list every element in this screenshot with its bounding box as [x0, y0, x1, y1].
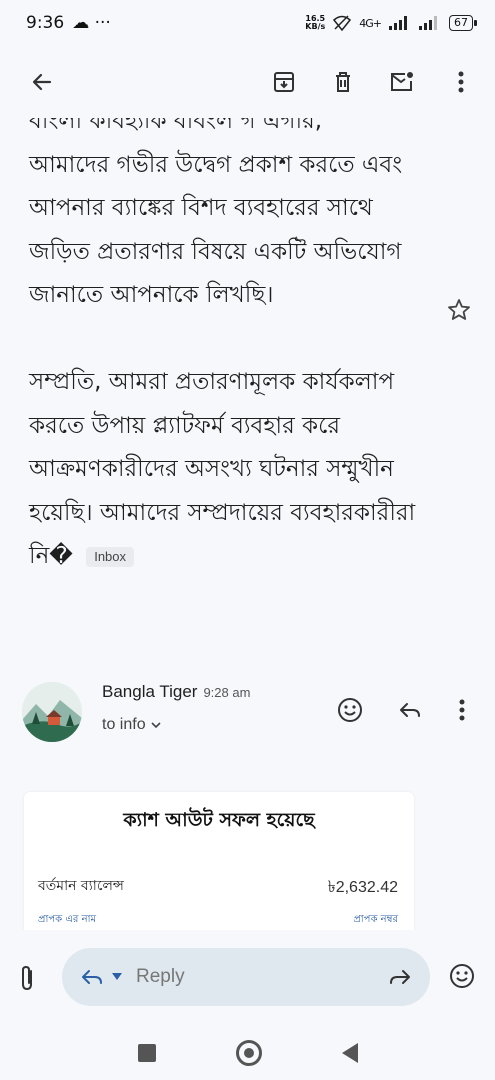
- mark-unread-button[interactable]: [382, 62, 422, 102]
- system-nav-bar: [0, 1026, 495, 1080]
- emoji-icon: [337, 697, 363, 723]
- partial-line: বাংলা কাবহ্যাক বাবংল গ এগার,: [29, 118, 323, 134]
- message-more-button[interactable]: [444, 692, 480, 728]
- avatar[interactable]: [22, 682, 82, 742]
- emoji-icon: [449, 963, 475, 989]
- emoji-button[interactable]: [449, 963, 475, 989]
- back-nav-button[interactable]: [341, 1043, 358, 1063]
- sent-time: 9:28 am: [203, 685, 251, 700]
- home-button[interactable]: [235, 1040, 262, 1066]
- clock: 9:36: [26, 13, 65, 33]
- recipient-number-label: প্রাপক নম্বর: [353, 914, 398, 925]
- react-emoji-button[interactable]: [332, 692, 368, 728]
- network-type: 4G+: [359, 16, 382, 30]
- reply-bar: Reply: [0, 930, 495, 1026]
- recipient-name-label: প্রাপক এর নাম: [38, 914, 97, 925]
- mark-unread-icon: [390, 71, 414, 93]
- wifi-off-icon: [333, 15, 352, 31]
- more-vert-icon: [459, 699, 465, 721]
- transaction-card: ক্যাশ আউট সফল হয়েছে বর্তমান ব্যালেন্স ৳…: [24, 792, 414, 930]
- paperclip-icon: [18, 964, 36, 992]
- balance-value: ৳2,632.42: [327, 879, 398, 896]
- signal-icon: [389, 16, 411, 30]
- email-paragraph-2: সম্প্রতি, আমরা প্রতারণামূলক কার্যকলাপ কর…: [29, 369, 416, 569]
- recents-button[interactable]: [137, 1044, 156, 1062]
- email-paragraph-1: আমাদের গভীর উদ্বেগ প্রকাশ করতে এবং আপনার…: [29, 151, 403, 309]
- archive-icon: [273, 71, 295, 93]
- inbox-label-chip[interactable]: Inbox: [86, 546, 135, 567]
- back-button[interactable]: [22, 62, 62, 102]
- more-options-button[interactable]: [441, 62, 481, 102]
- balance-row: বর্তমান ব্যালেন্স ৳2,632.42: [38, 874, 398, 901]
- forward-button[interactable]: [388, 967, 412, 987]
- star-icon: [447, 298, 471, 322]
- battery-indicator: 67: [449, 15, 477, 31]
- sender-name: Bangla Tiger 9:28 am: [102, 682, 251, 701]
- network-speed: 16.5 KB/s: [305, 14, 326, 31]
- reply-icon: [398, 700, 422, 720]
- reply-placeholder: Reply: [136, 966, 185, 987]
- archive-button[interactable]: [264, 62, 304, 102]
- attach-button[interactable]: [18, 964, 36, 992]
- trash-icon: [332, 71, 354, 93]
- arrow-left-icon: [30, 70, 54, 94]
- notification-icons: ☁ ···: [72, 13, 111, 33]
- delete-button[interactable]: [323, 62, 363, 102]
- reply-button[interactable]: [392, 692, 428, 728]
- status-bar: 9:36 ☁ ··· 16.5 KB/s 4G+ 67: [0, 0, 495, 46]
- reply-icon: [80, 967, 104, 987]
- recipient-row: প্রাপক এর নাম প্রাপক নম্বর: [38, 912, 398, 929]
- card-title: ক্যাশ আউট সফল হয়েছে: [123, 809, 315, 831]
- email-toolbar: [0, 46, 495, 118]
- reply-type-dropdown[interactable]: [112, 973, 122, 981]
- star-button[interactable]: [447, 298, 471, 322]
- signal-icon-2: [419, 16, 441, 30]
- more-vert-icon: [458, 71, 464, 93]
- email-content: বাংলা কাবহ্যাক বাবংল গ এগার, আমাদের গভীর…: [0, 118, 495, 930]
- chevron-down-icon: [150, 716, 162, 733]
- balance-label: বর্তমান ব্যালেন্স: [38, 878, 124, 894]
- sender-header[interactable]: Bangla Tiger 9:28 am to info: [0, 680, 495, 746]
- recipient-details-toggle[interactable]: to info: [102, 716, 162, 734]
- email-body: বাংলা কাবহ্যাক বাবংল গ এগার, আমাদের গভীর…: [29, 118, 429, 622]
- reply-input[interactable]: Reply: [62, 948, 430, 1006]
